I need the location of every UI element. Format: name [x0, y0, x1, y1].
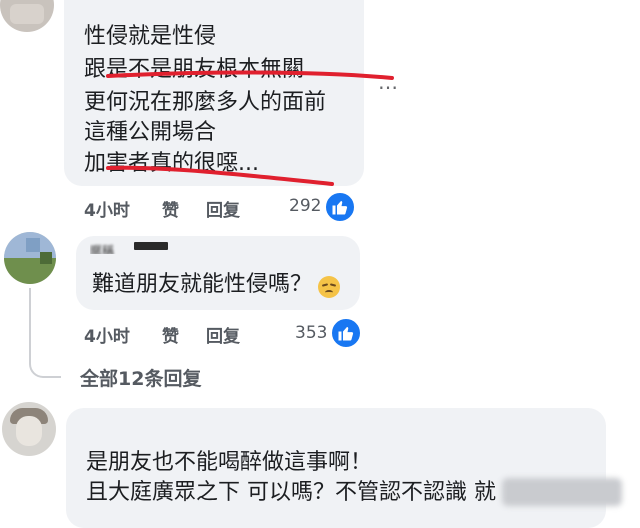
- author-name-redaction: [134, 242, 168, 250]
- comment1-time: 4小时: [84, 201, 130, 221]
- comment1-line-3: 更何況在那麼多人的面前: [84, 90, 327, 115]
- more-options-icon[interactable]: …: [378, 70, 399, 94]
- comment2-like-button[interactable]: 赞: [162, 322, 179, 347]
- comment2-text: 難道朋友就能性侵嗎？: [92, 272, 313, 297]
- comment1-line-1: 性侵就是性侵: [84, 24, 217, 49]
- red-underline-mark-1: [106, 70, 394, 80]
- comment3-line-2: 且大庭廣眾之下 可以嗎？不管認不認識 就: [86, 480, 496, 505]
- comment1-reply-button[interactable]: 回复: [206, 196, 240, 221]
- blurred-watermark: [502, 478, 622, 506]
- comment1-line-4: 這種公開場合: [84, 120, 217, 145]
- comment2-reaction-count[interactable]: 353: [295, 323, 327, 343]
- reply-thread-connector: [29, 288, 61, 378]
- commenter-avatar-2[interactable]: [4, 232, 56, 284]
- comment3-line-1: 是朋友也不能喝醉做這事啊！: [86, 450, 373, 475]
- commenter-avatar-1[interactable]: [0, 0, 54, 32]
- comment1-reaction-count[interactable]: 292: [289, 196, 321, 216]
- commenter-avatar-3[interactable]: [2, 402, 56, 456]
- thumbs-up-icon[interactable]: [330, 317, 362, 349]
- comment1-like-button[interactable]: 赞: [162, 196, 179, 221]
- red-underline-mark-2: [106, 165, 334, 186]
- thumbs-up-icon[interactable]: [324, 191, 356, 223]
- comment2-author-name[interactable]: 暱稱: [90, 240, 130, 254]
- comment2-time: 4小时: [84, 327, 130, 347]
- view-all-replies-link[interactable]: 全部12条回复: [80, 364, 201, 391]
- pensive-face-emoji: [318, 276, 340, 298]
- comment2-reply-button[interactable]: 回复: [206, 322, 240, 347]
